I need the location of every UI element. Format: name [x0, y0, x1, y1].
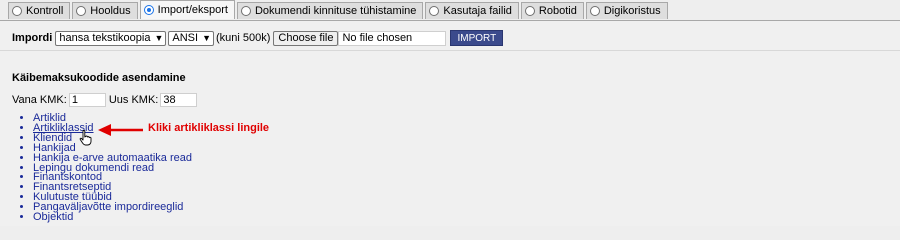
radio-icon[interactable] — [589, 6, 600, 16]
hand-cursor-icon — [79, 130, 92, 146]
tab-robotid[interactable]: Robotid — [520, 2, 584, 19]
import-source-select[interactable]: hansa tekstikoopia ▼ — [55, 30, 167, 46]
radio-icon[interactable] — [240, 6, 251, 16]
size-hint: (kuni 500k) — [216, 32, 271, 44]
chevron-down-icon: ▼ — [202, 33, 211, 43]
divider — [0, 50, 900, 51]
tab-label: Hooldus — [90, 5, 131, 17]
tab-hooldus[interactable]: Hooldus — [72, 2, 138, 19]
link-objektid[interactable]: Objektid — [33, 211, 73, 223]
import-label: Impordi — [12, 32, 53, 44]
radio-icon[interactable] — [12, 6, 22, 16]
new-kmk-label: Uus KMK: — [108, 94, 159, 106]
choose-file-button[interactable]: Choose file — [273, 30, 339, 46]
radio-checked-icon[interactable] — [143, 5, 154, 15]
tab-bar: Kontroll Hooldus Import/eksport Dokumend… — [8, 0, 670, 20]
tab-label: Kasutaja failid — [443, 5, 512, 17]
encoding-select[interactable]: ANSI ▼ — [168, 30, 214, 46]
radio-icon[interactable] — [76, 6, 87, 16]
import-button[interactable]: IMPORT — [450, 30, 504, 46]
list-item: Objektid — [33, 211, 192, 223]
tab-label: Robotid — [538, 5, 577, 17]
import-export-panel: Impordi hansa tekstikoopia ▼ ANSI ▼ (kun… — [0, 20, 900, 226]
import-row: Impordi hansa tekstikoopia ▼ ANSI ▼ (kun… — [12, 30, 504, 46]
red-arrow-icon — [98, 124, 143, 136]
tab-dokumendi-kinnituse-tuhistamine[interactable]: Dokumendi kinnituse tühistamine — [236, 2, 424, 19]
radio-icon[interactable] — [429, 6, 440, 16]
tab-label: Dokumendi kinnituse tühistamine — [254, 5, 417, 17]
annotation-text: Kliki artikliklassi lingile — [148, 122, 270, 134]
kmk-row: Vana KMK: 1 Uus KMK: 38 — [12, 93, 200, 107]
tab-digikoristus[interactable]: Digikoristus — [585, 2, 668, 19]
tab-kasutaja-failid[interactable]: Kasutaja failid — [425, 2, 519, 19]
select-value: ANSI — [172, 32, 199, 44]
radio-icon[interactable] — [524, 6, 535, 16]
tab-label: Kontroll — [26, 5, 64, 17]
tab-kontroll[interactable]: Kontroll — [8, 2, 71, 19]
chevron-down-icon: ▼ — [154, 33, 164, 43]
select-value: hansa tekstikoopia — [59, 32, 151, 44]
new-kmk-input[interactable]: 38 — [160, 93, 198, 107]
tab-label: Import/eksport — [157, 4, 228, 16]
section-title: Käibemaksukoodide asendamine — [12, 72, 186, 84]
old-kmk-input[interactable]: 1 — [68, 93, 106, 107]
tab-label: Digikoristus — [603, 5, 661, 17]
tab-import-eksport[interactable]: Import/eksport — [139, 0, 235, 19]
file-status: No file chosen — [338, 30, 447, 46]
old-kmk-label: Vana KMK: — [12, 94, 67, 106]
